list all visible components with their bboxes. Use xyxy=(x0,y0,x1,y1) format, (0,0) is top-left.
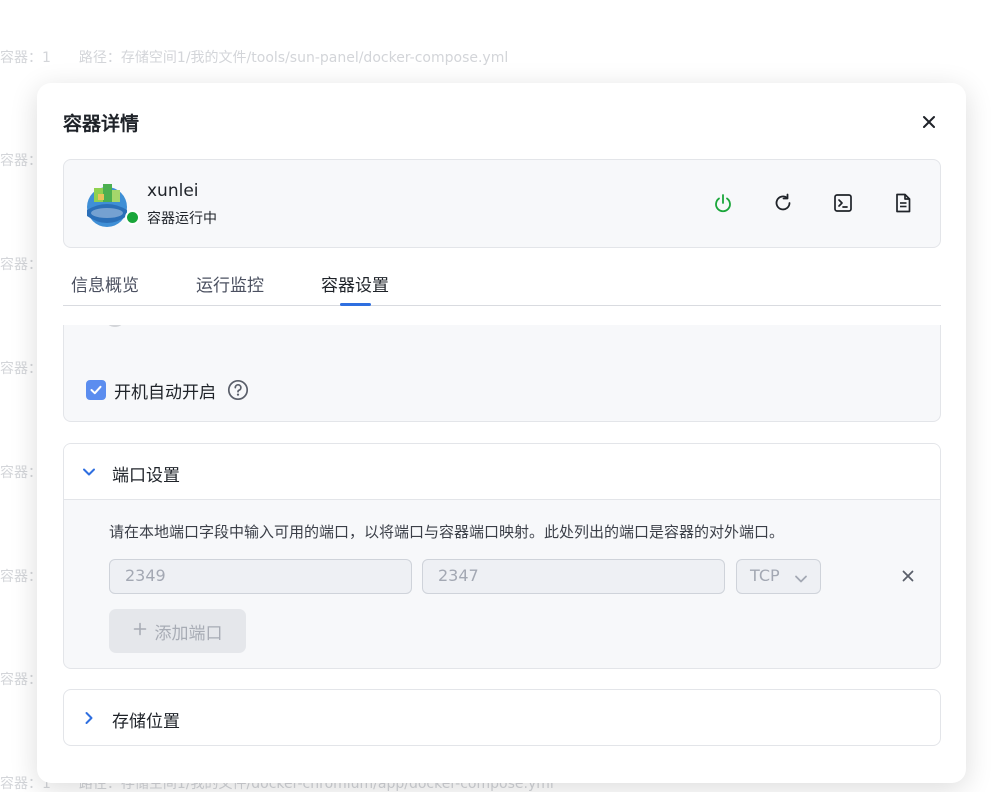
tab-monitor[interactable]: 运行监控 xyxy=(196,271,264,296)
running-status-dot xyxy=(125,210,140,225)
help-circle-icon[interactable] xyxy=(227,379,249,401)
background-row: 容器：1 路径：存储空间1/我的文件/tools/sun-panel/docker… xyxy=(0,47,508,67)
tab-settings[interactable]: 容器设置 xyxy=(321,271,389,296)
close-icon[interactable] xyxy=(918,111,940,133)
active-tab-indicator xyxy=(340,303,371,306)
restart-icon[interactable] xyxy=(771,191,795,215)
storage-section-header[interactable]: 存储位置 xyxy=(63,689,941,746)
autostart-label: 开机自动开启 xyxy=(114,383,216,403)
add-port-label: 添加端口 xyxy=(154,623,223,644)
port-description: 请在本地端口字段中输入可用的端口，以将端口与容器端口映射。此处列出的端口是容器的… xyxy=(109,523,785,541)
port-settings-title: 端口设置 xyxy=(112,466,180,486)
log-file-icon[interactable] xyxy=(891,191,915,215)
docker-app-icon xyxy=(84,180,130,228)
power-icon[interactable] xyxy=(711,191,735,215)
chevron-right-icon xyxy=(81,710,97,726)
remove-port-icon[interactable] xyxy=(900,568,916,584)
container-port-input[interactable]: 2347 xyxy=(422,559,725,594)
general-settings-section xyxy=(63,325,941,422)
tab-overview[interactable]: 信息概览 xyxy=(71,271,139,296)
background-row-path: 路径：存储空间1/我的文件/tools/sun-panel/docker-com… xyxy=(78,50,509,66)
container-name: xunlei xyxy=(147,181,199,201)
background-row-label: 容器：1 xyxy=(0,50,51,66)
settings-scroll-area[interactable]: 开机自动开启 端口设置 请在本地端口字段中输入可用的端口，以将端口与容器端口映射… xyxy=(37,325,966,783)
port-settings-section: 端口设置 请在本地端口字段中输入可用的端口，以将端口与容器端口映射。此处列出的端… xyxy=(63,443,941,669)
protocol-value: TCP xyxy=(750,566,780,585)
local-port-input[interactable]: 2349 xyxy=(109,559,412,594)
terminal-icon[interactable] xyxy=(831,191,855,215)
modal-title: 容器详情 xyxy=(63,113,140,135)
chevron-down-icon xyxy=(81,464,97,480)
storage-title: 存储位置 xyxy=(112,712,180,732)
container-summary-card: xunlei 容器运行中 xyxy=(63,159,941,248)
port-settings-header[interactable]: 端口设置 xyxy=(64,444,940,500)
protocol-select[interactable]: TCP xyxy=(736,559,821,594)
container-status: 容器运行中 xyxy=(147,211,217,227)
add-port-button[interactable]: 添加端口 xyxy=(109,609,246,653)
plus-icon xyxy=(133,621,147,641)
chevron-down-icon xyxy=(794,571,808,585)
container-detail-modal: 容器详情 xunlei 容器运行中 信息概览 运行监控 容器设置 开机自动开启 … xyxy=(37,83,966,783)
autostart-checkbox[interactable] xyxy=(86,380,106,400)
tab-bar: 信息概览 运行监控 容器设置 xyxy=(63,263,941,306)
